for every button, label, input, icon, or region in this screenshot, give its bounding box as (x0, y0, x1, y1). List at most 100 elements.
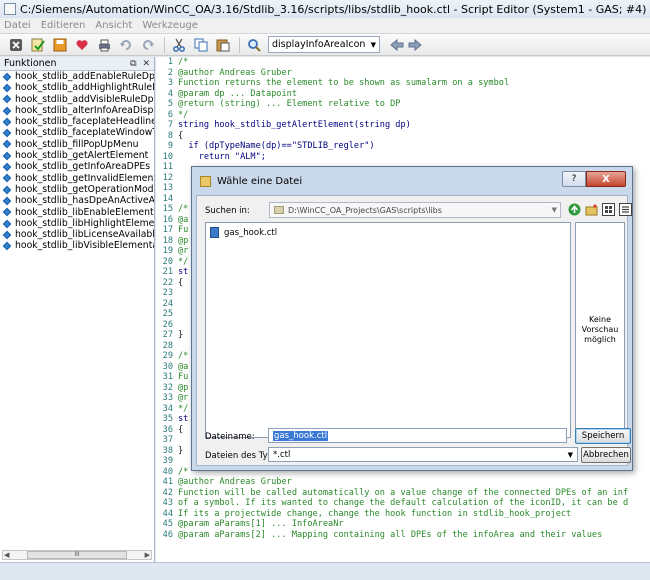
help-button[interactable]: ? (562, 171, 586, 187)
save-icon[interactable] (52, 37, 68, 53)
code-text: @author Andreas Gruber (178, 67, 292, 78)
code-text: of a symbol. If its wanted to change the… (178, 498, 629, 508)
look-in-combobox[interactable]: D:\WinCC_OA_Projects\GAS\scripts\libs ▼ (269, 202, 561, 218)
pin-icon[interactable]: ⧉ (130, 59, 136, 69)
undo-icon[interactable] (118, 37, 134, 53)
function-list-item[interactable]: hook_stdlib_addHighlightRuleDpes (0, 82, 154, 93)
function-item-label: hook_stdlib_faceplateHeadline (15, 116, 154, 128)
menu-werkzeuge[interactable]: Werkzeuge (142, 20, 198, 31)
app-icon (4, 3, 16, 15)
scroll-left-icon[interactable]: ◀ (4, 551, 9, 559)
function-combobox[interactable]: displayInfoAreaIcon ▼ (268, 36, 380, 53)
function-icon (2, 106, 12, 115)
paste-icon[interactable] (215, 37, 231, 53)
function-icon (2, 219, 12, 228)
list-view-icon[interactable] (601, 202, 616, 217)
function-list-item[interactable]: hook_stdlib_hasDpeAnActiveAdress (0, 195, 154, 206)
file-list[interactable]: gas_hook.ctl (205, 222, 571, 438)
function-list-item[interactable]: hook_stdlib_libEnableElementarySym (0, 207, 154, 218)
dialog-nav-icons (567, 202, 635, 217)
function-item-label: hook_stdlib_getAlertElement (15, 150, 149, 162)
function-list-item[interactable]: hook_stdlib_faceplateHeadline (0, 116, 154, 127)
heart-icon[interactable] (74, 37, 90, 53)
function-item-label: hook_stdlib_libHighlightElementaryS (15, 217, 154, 229)
menu-ansicht[interactable]: Ansicht (95, 20, 132, 31)
functions-horizontal-scrollbar[interactable]: ◀ III ▶ (2, 550, 152, 560)
line-number: 36 (162, 424, 173, 435)
find-icon[interactable] (246, 37, 262, 53)
preview-text: Keine Vorschau möglich (581, 315, 619, 344)
chevron-down-icon: ▼ (370, 40, 376, 49)
toolbar: displayInfoAreaIcon ▼ (0, 34, 650, 56)
close-icon[interactable]: ✕ (142, 59, 150, 69)
code-text: { (178, 424, 184, 435)
redo-icon[interactable] (140, 37, 156, 53)
forward-arrow-icon[interactable] (406, 37, 424, 53)
code-text: { (178, 130, 184, 141)
function-icon (2, 207, 12, 217)
line-number: 27 (162, 330, 173, 340)
function-list-item[interactable]: hook_stdlib_getAlertElement (0, 150, 154, 161)
line-number: 15 (162, 204, 173, 214)
window-title: C:/Siemens/Automation/WinCC_OA/3.16/Stdl… (20, 2, 647, 16)
cancel-button[interactable]: Abbrechen (581, 447, 631, 463)
functions-panel: Funktionen ⧉ ✕ hook_stdlib_addEnableRule… (0, 57, 155, 562)
line-number: 14 (162, 193, 173, 204)
function-list-item[interactable]: hook_stdlib_faceplateWindowTitle (0, 127, 154, 138)
function-list-item[interactable]: hook_stdlib_libHighlightElementaryS (0, 218, 154, 229)
new-folder-icon[interactable] (584, 202, 599, 217)
line-number: 9 (167, 141, 173, 151)
function-list-item[interactable]: hook_stdlib_libVisibleElementarySym (0, 240, 154, 251)
copy-icon[interactable] (193, 37, 209, 53)
code-text: string hook_stdlib_getAlertElement(strin… (178, 120, 411, 130)
print-icon[interactable] (96, 37, 112, 53)
function-list-item[interactable]: hook_stdlib_getInfoAreaDPEs (0, 161, 154, 172)
function-list-item[interactable]: hook_stdlib_getInvalidElement (0, 173, 154, 184)
scroll-right-icon[interactable]: ▶ (145, 551, 150, 559)
function-item-label: hook_stdlib_libVisibleElementarySym (15, 240, 154, 252)
code-text: Fu (178, 372, 189, 382)
function-list-item[interactable]: hook_stdlib_getOperationModeElem (0, 184, 154, 195)
function-list-item[interactable]: hook_stdlib_alterInfoAreaDisplay (0, 105, 154, 116)
code-text: } (178, 330, 184, 340)
function-icon (2, 72, 12, 81)
filename-input[interactable]: gas_hook.ctl (268, 428, 567, 443)
line-number: 38 (162, 445, 173, 456)
line-number: 29 (162, 351, 173, 361)
dialog-body: Suchen in: D:\WinCC_OA_Projects\GAS\scri… (196, 195, 632, 466)
up-folder-icon[interactable] (567, 202, 582, 217)
line-number: 16 (162, 214, 173, 225)
code-text: @param dp ... Datapoint (178, 88, 297, 99)
check-syntax-icon[interactable] (30, 37, 46, 53)
save-button[interactable]: Speichern (575, 428, 631, 444)
code-text: /* (178, 57, 189, 67)
folder-icon (274, 206, 284, 214)
scroll-thumb[interactable]: III (27, 551, 127, 559)
code-line: 7 string hook_stdlib_getAlertElement(stri… (156, 120, 650, 131)
line-number: 43 (162, 498, 173, 508)
code-line: 8{ (156, 131, 650, 142)
line-number: 31 (162, 372, 173, 382)
detail-view-icon[interactable] (618, 202, 633, 217)
line-number: 20 (162, 256, 173, 267)
toolbar-separator (164, 36, 165, 53)
cut-icon[interactable] (171, 37, 187, 53)
function-list-item[interactable]: hook_stdlib_fillPopUpMenu (0, 139, 154, 150)
function-list-item[interactable]: hook_stdlib_libLicenseAvailable (0, 229, 154, 240)
close-button[interactable]: X (586, 171, 626, 187)
preview-pane: Keine Vorschau möglich (575, 222, 625, 438)
menu-editieren[interactable]: Editieren (41, 20, 86, 31)
line-number: 39 (162, 456, 173, 466)
filename-label: Dateiname: (205, 432, 255, 442)
back-arrow-icon[interactable] (388, 37, 406, 53)
function-list-item[interactable]: hook_stdlib_addVisibleRuleDpes (0, 94, 154, 105)
function-list-item[interactable]: hook_stdlib_addEnableRuleDpes (0, 71, 154, 82)
line-number: 8 (167, 130, 173, 141)
function-icon (2, 241, 12, 251)
code-text: /* (178, 204, 189, 214)
close-file-icon[interactable] (8, 37, 24, 53)
menu-datei[interactable]: Datei (4, 20, 31, 31)
function-icon (2, 140, 12, 149)
filetype-select[interactable]: *.ctl ▼ (268, 447, 578, 462)
file-item[interactable]: gas_hook.ctl (210, 227, 277, 238)
